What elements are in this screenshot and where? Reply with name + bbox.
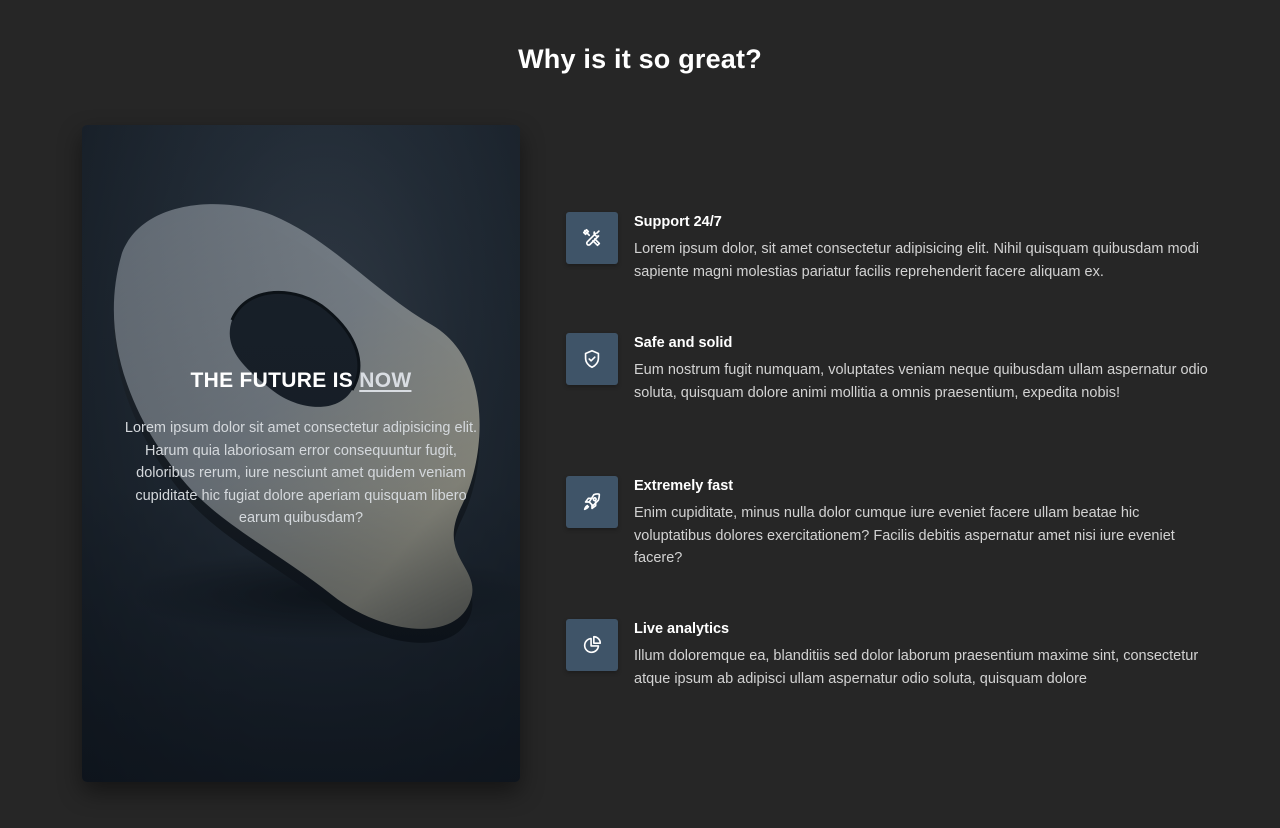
feature-title: Support 24/7: [634, 214, 722, 230]
shield-check-icon: [584, 349, 600, 369]
feature-text: Eum nostrum fugit numquam, voluptates ve…: [634, 362, 1208, 401]
feature-body: Support 24/7 Lorem ipsum dolor, sit amet…: [634, 214, 1209, 283]
feature-text: Lorem ipsum dolor, sit amet consectetur …: [634, 241, 1199, 280]
section-title: Why is it so great?: [518, 44, 762, 74]
feature-title: Extremely fast: [634, 478, 734, 494]
feature-icon-tile: [566, 212, 618, 264]
hero-text: Lorem ipsum dolor sit amet consectetur a…: [124, 420, 478, 526]
feature-title: Safe and solid: [634, 335, 733, 351]
feature-title: Live analytics: [634, 621, 730, 637]
feature-icon-tile: [566, 619, 618, 671]
rocket-icon: [583, 493, 601, 511]
feature-text: Enim cupiditate, minus nulla dolor cumqu…: [634, 505, 1175, 566]
hero-now-link[interactable]: NOW: [359, 369, 411, 392]
feature-text: Illum doloremque ea, blanditiis sed dolo…: [634, 648, 1199, 687]
feature-body: Live analytics Illum doloremque ea, blan…: [634, 621, 1209, 690]
feature-icon-tile: [566, 333, 618, 385]
hero-content: THE FUTURE IS NOW Lorem ipsum dolor sit …: [116, 369, 486, 530]
feature-icon-tile: [566, 476, 618, 528]
feature-body: Extremely fast Enim cupiditate, minus nu…: [634, 478, 1209, 570]
hero-heading-prefix: THE FUTURE IS: [190, 369, 360, 392]
pie-chart-icon: [583, 635, 602, 654]
feature-body: Safe and solid Eum nostrum fugit numquam…: [634, 335, 1209, 404]
hero-heading: THE FUTURE IS NOW: [116, 369, 486, 393]
page: Why is it so great? THE FUTURE IS NOW Lo…: [0, 0, 1280, 828]
hero-card: THE FUTURE IS NOW Lorem ipsum dolor sit …: [82, 125, 520, 782]
tools-icon: [582, 228, 601, 247]
